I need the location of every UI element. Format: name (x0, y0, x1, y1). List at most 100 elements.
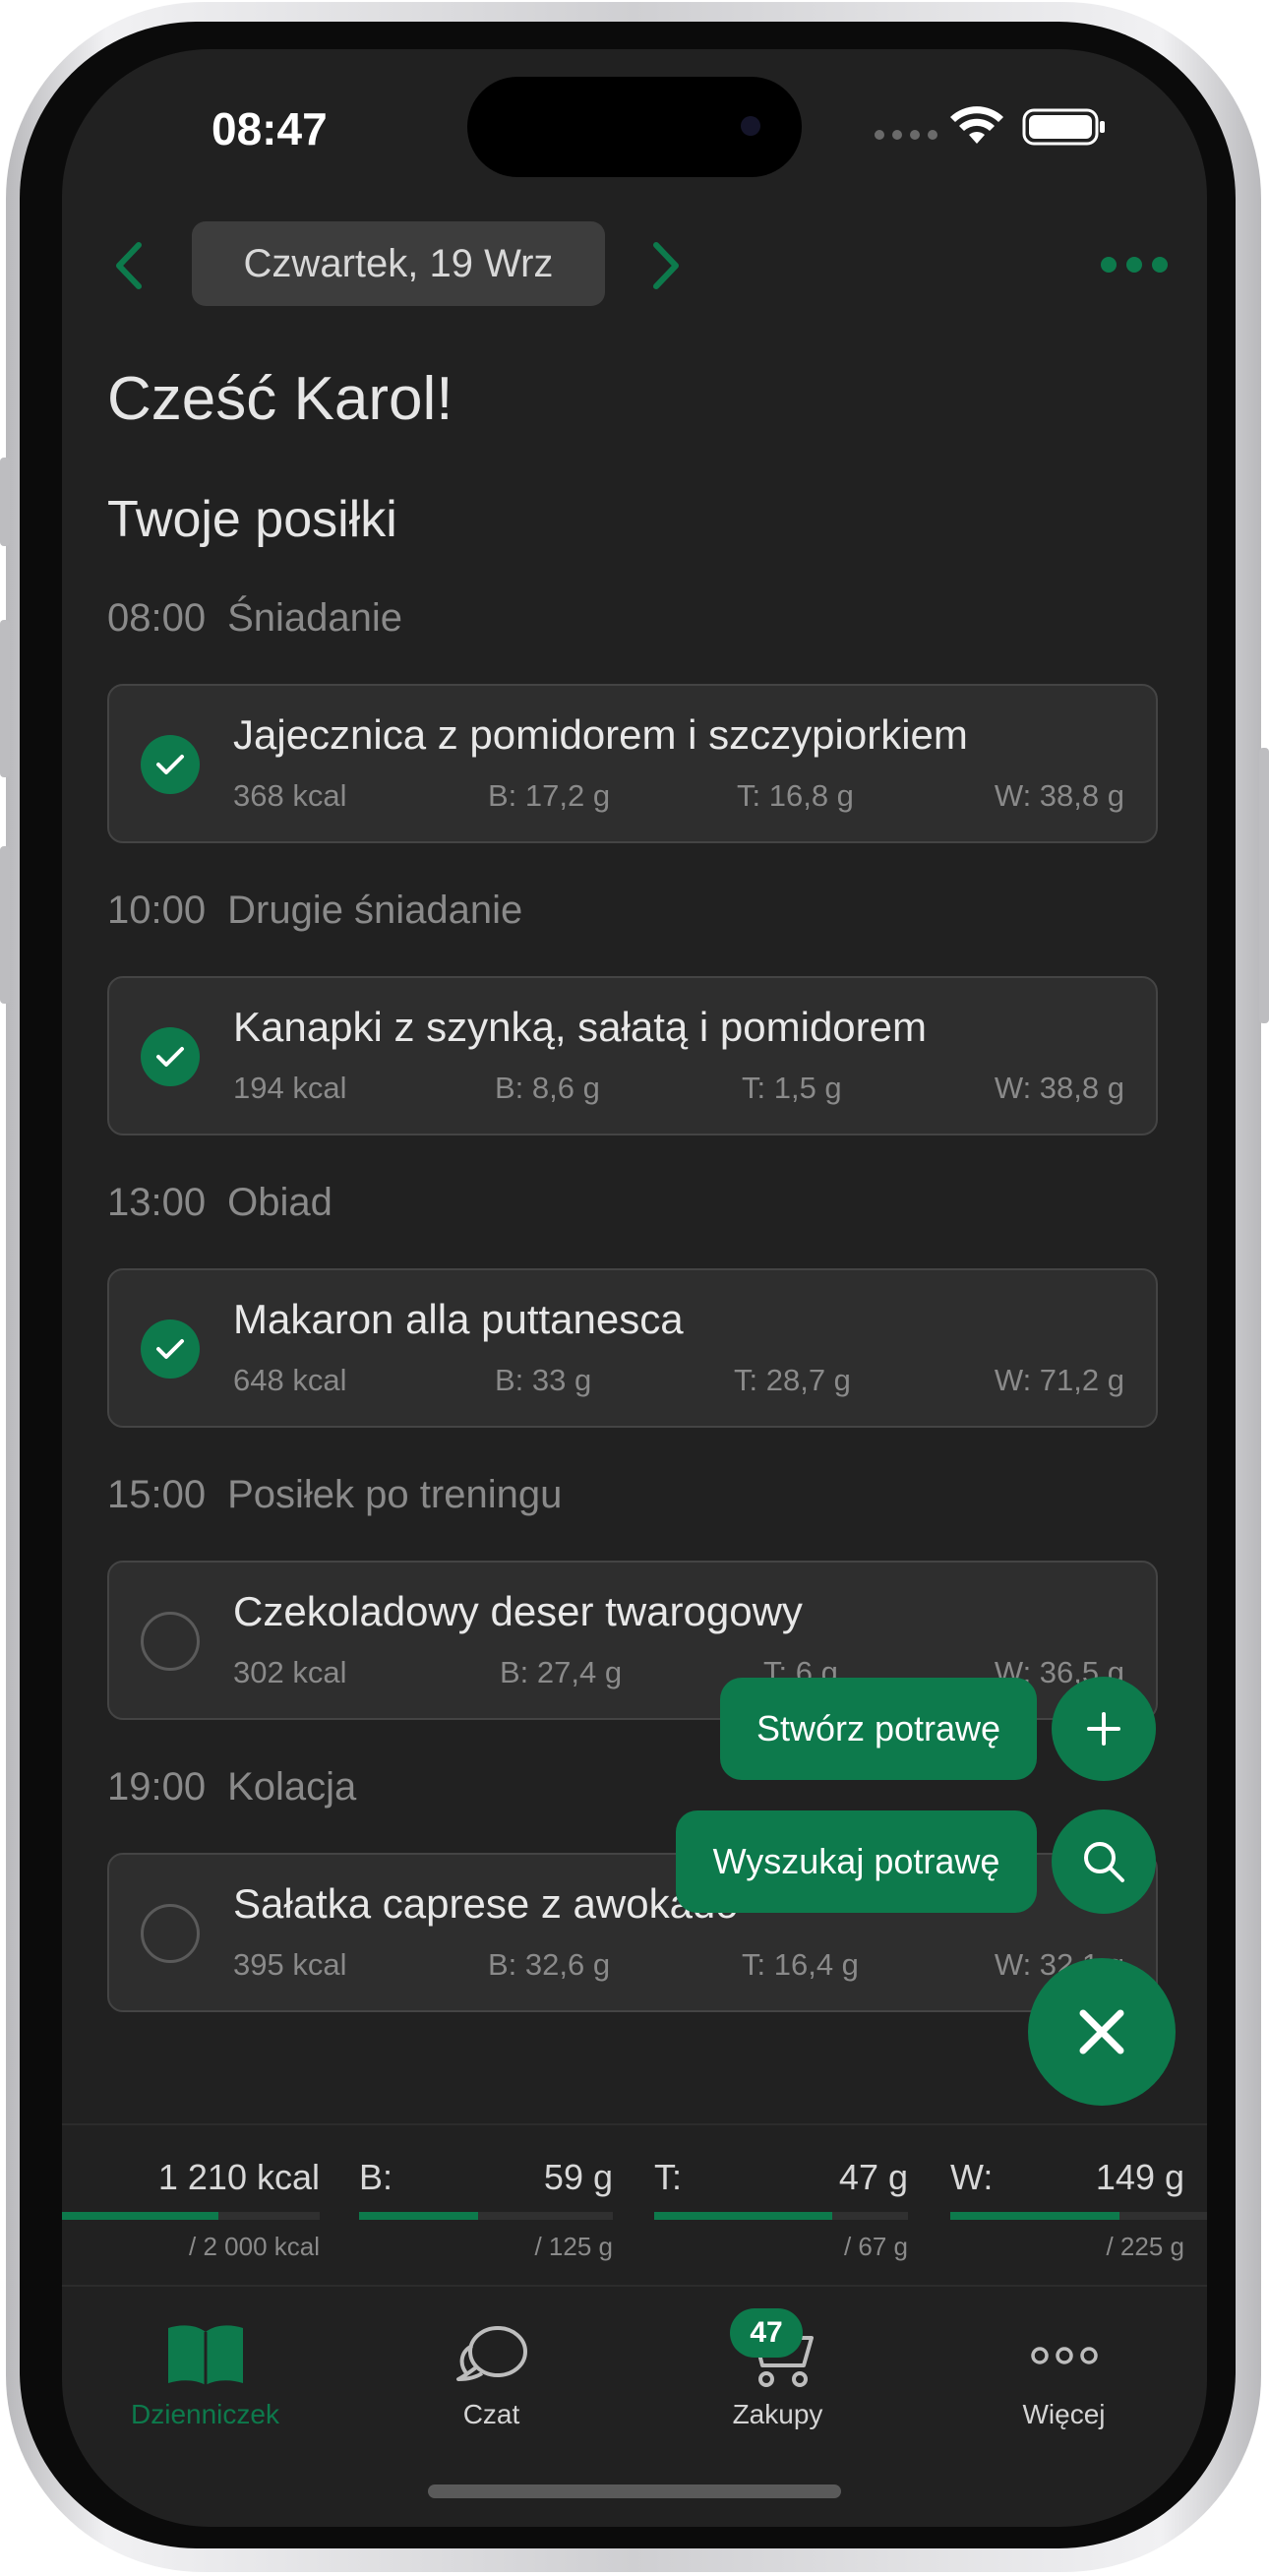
meal-protein: B: 8,6 g (495, 1071, 600, 1105)
volume-down-button (0, 846, 10, 1004)
meal-card[interactable]: Makaron alla puttanesca 648 kcal B: 33 g… (107, 1268, 1158, 1428)
meal-fat: T: 16,8 g (737, 778, 854, 813)
tab-more[interactable]: Więcej (921, 2285, 1207, 2462)
close-icon (1079, 2009, 1124, 2055)
summary-kcal: 1 210 kcal / 2 000 kcal (62, 2125, 320, 2285)
meal-eaten-checkbox[interactable] (141, 1027, 200, 1086)
front-camera-icon (741, 116, 760, 136)
previous-day-icon[interactable] (107, 239, 151, 292)
meal-eaten-checkbox[interactable] (141, 735, 200, 794)
action-button (0, 458, 10, 546)
summary-protein: B: 59 g / 125 g (359, 2125, 613, 2285)
search-dish-button[interactable]: Wyszukaj potrawę (676, 1810, 1037, 1913)
create-dish-fab[interactable] (1052, 1677, 1156, 1781)
chat-bubble-icon (455, 2326, 527, 2381)
meal-protein: B: 33 g (495, 1363, 592, 1397)
home-indicator[interactable] (428, 2484, 841, 2498)
summary-target: / 125 g (534, 2232, 613, 2261)
summary-target: / 225 g (1106, 2232, 1184, 2261)
cart-count-badge: 47 (730, 2308, 803, 2358)
meal-type: Drugie śniadanie (227, 889, 523, 932)
summary-value: 59 g (543, 2157, 613, 2197)
meal-time: 13:00 (107, 1181, 207, 1224)
meal-card[interactable]: Jajecznica z pomidorem i szczypiorkiem 3… (107, 684, 1158, 843)
meal-time: 19:00 (107, 1765, 207, 1809)
checkmark-icon (156, 755, 184, 774)
progress-track (62, 2212, 320, 2220)
dynamic-island (467, 77, 802, 177)
meal-name: Sałatka caprese z awokado (233, 1880, 739, 1927)
summary-value: 47 g (838, 2157, 908, 2197)
meal-fat: T: 1,5 g (742, 1071, 842, 1105)
app-screen: 08:47 Czwartek, 19 Wrz Cześć Karol! Twoj… (62, 49, 1207, 2527)
summary-target: / 67 g (843, 2232, 908, 2261)
meal-name: Kanapki z szynką, sałatą i pomidorem (233, 1004, 927, 1050)
meal-time-header: 13:00 Obiad (107, 1181, 332, 1225)
meal-time: 08:00 (107, 596, 207, 640)
progress-fill (359, 2212, 479, 2220)
meal-kcal: 194 kcal (233, 1071, 347, 1105)
meal-name: Czekoladowy deser twarogowy (233, 1588, 803, 1634)
summary-label: B: (359, 2157, 393, 2197)
meal-time: 10:00 (107, 889, 207, 932)
meal-time-header: 08:00 Śniadanie (107, 596, 402, 641)
meal-time-header: 19:00 Kolacja (107, 1765, 356, 1809)
close-menu-fab[interactable] (1028, 1958, 1176, 2106)
next-day-icon[interactable] (644, 239, 688, 292)
meal-protein: B: 27,4 g (500, 1655, 623, 1689)
meal-time-header: 15:00 Posiłek po treningu (107, 1473, 562, 1517)
meal-time: 15:00 (107, 1473, 207, 1516)
tab-label: Zakupy (732, 2399, 823, 2429)
summary-target: / 2 000 kcal (189, 2232, 320, 2261)
checkmark-icon (156, 1047, 184, 1067)
daily-summary: 1 210 kcal / 2 000 kcal B: 59 g / 125 g … (62, 2123, 1207, 2287)
status-bar: 08:47 (62, 49, 1207, 197)
plus-icon (1087, 1712, 1120, 1746)
meal-protein: B: 17,2 g (488, 778, 611, 813)
checkmark-icon (156, 1339, 184, 1359)
meal-carbs: W: 38,8 g (994, 1071, 1124, 1105)
meal-type: Posiłek po treningu (227, 1473, 563, 1516)
more-horizontal-icon (1030, 2347, 1098, 2364)
tab-diary[interactable]: Dzienniczek (62, 2285, 348, 2462)
meal-carbs: W: 38,8 g (994, 778, 1124, 813)
meal-eaten-checkbox[interactable] (141, 1904, 200, 1963)
status-time: 08:47 (212, 103, 328, 154)
meal-name: Makaron alla puttanesca (233, 1296, 684, 1342)
power-button (1259, 748, 1269, 1023)
meal-fat: T: 16,4 g (742, 1947, 859, 1982)
meals-section-title: Twoje posiłki (107, 491, 397, 548)
tab-chat[interactable]: Czat (348, 2285, 634, 2462)
progress-fill (950, 2212, 1120, 2220)
progress-track (359, 2212, 613, 2220)
search-icon (1084, 1842, 1124, 1882)
meal-protein: B: 32,6 g (488, 1947, 611, 1982)
meal-name: Jajecznica z pomidorem i szczypiorkiem (233, 711, 968, 758)
create-dish-button[interactable]: Stwórz potrawę (720, 1678, 1037, 1780)
progress-track (950, 2212, 1207, 2220)
summary-value: 1 210 kcal (157, 2157, 320, 2197)
meal-eaten-checkbox[interactable] (141, 1319, 200, 1379)
meal-card[interactable]: Kanapki z szynką, sałatą i pomidorem 194… (107, 976, 1158, 1135)
meal-time-header: 10:00 Drugie śniadanie (107, 889, 522, 933)
meal-kcal: 395 kcal (233, 1947, 347, 1982)
tab-label: Czat (462, 2399, 520, 2429)
meal-kcal: 302 kcal (233, 1655, 347, 1689)
meal-eaten-checkbox[interactable] (141, 1612, 200, 1671)
summary-label: T: (654, 2157, 683, 2197)
book-icon (167, 2325, 243, 2385)
more-options-icon[interactable] (1101, 257, 1168, 273)
date-selector[interactable]: Czwartek, 19 Wrz (192, 221, 605, 306)
cellular-signal-icon (875, 130, 937, 140)
meal-type: Śniadanie (227, 596, 403, 640)
summary-label: W: (950, 2157, 994, 2197)
battery-icon (1022, 108, 1105, 146)
summary-fat: T: 47 g / 67 g (654, 2125, 908, 2285)
progress-fill (654, 2212, 832, 2220)
meal-type: Kolacja (227, 1765, 357, 1809)
meal-carbs: W: 71,2 g (994, 1363, 1124, 1397)
search-dish-fab[interactable] (1052, 1809, 1156, 1914)
meal-fat: T: 28,7 g (734, 1363, 851, 1397)
summary-value: 149 g (1095, 2157, 1184, 2197)
wifi-icon (950, 106, 1003, 144)
